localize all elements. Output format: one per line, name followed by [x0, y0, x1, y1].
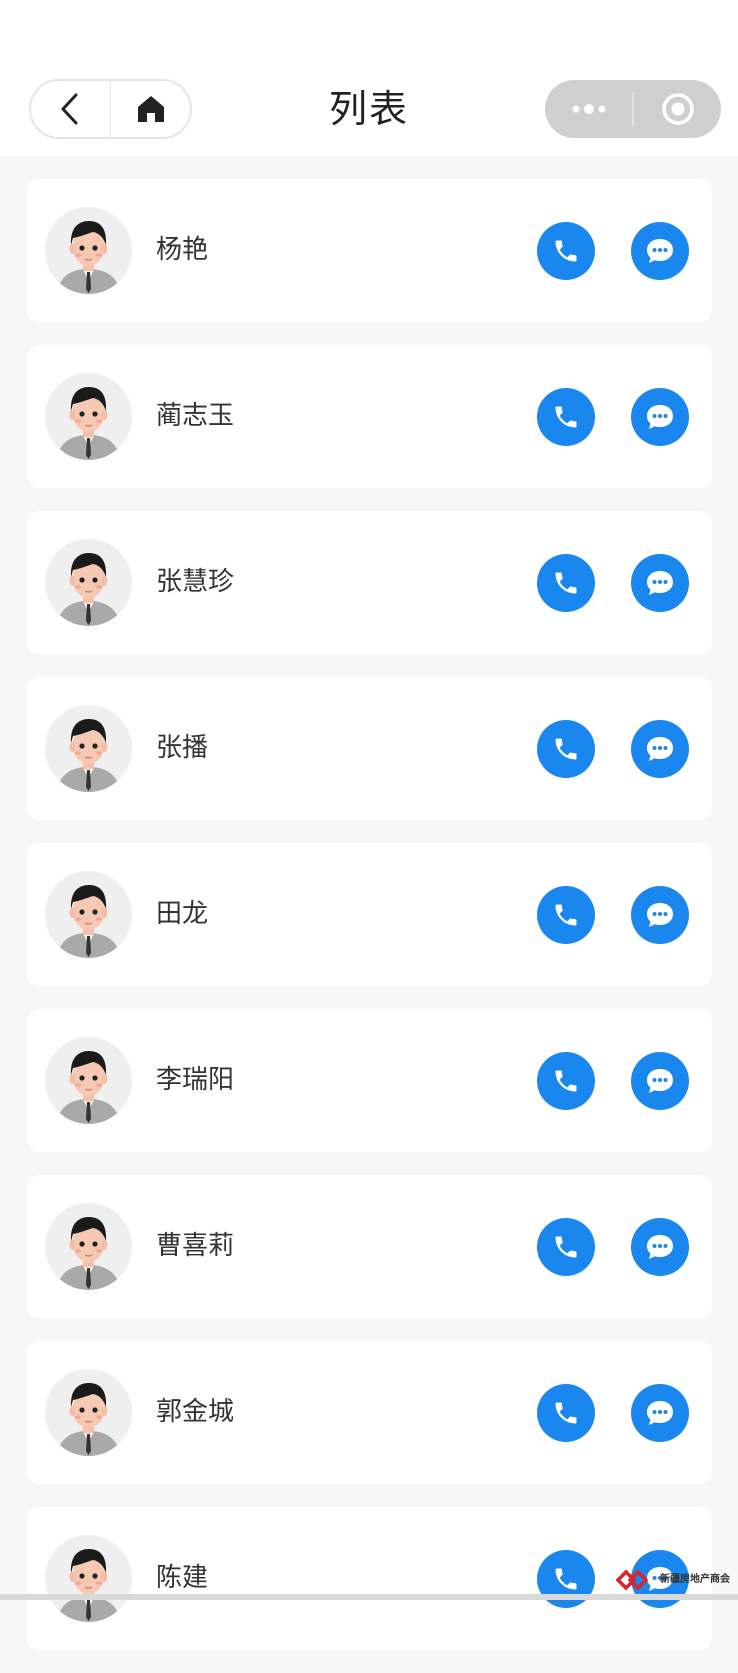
more-dots-icon	[572, 104, 605, 114]
chat-bubble-icon	[647, 405, 673, 429]
message-button[interactable]	[631, 1384, 689, 1442]
avatar	[45, 207, 132, 294]
contact-card[interactable]: 田龙	[27, 843, 712, 986]
avatar	[45, 1037, 132, 1124]
call-button[interactable]	[537, 1052, 595, 1110]
call-button[interactable]	[537, 554, 595, 612]
phone-icon	[555, 1070, 577, 1092]
avatar	[45, 1535, 132, 1622]
call-button[interactable]	[537, 388, 595, 446]
phone-icon	[555, 738, 577, 760]
contact-card[interactable]: 陈建	[27, 1507, 712, 1650]
message-button[interactable]	[631, 886, 689, 944]
phone-icon	[555, 572, 577, 594]
close-miniprogram-button[interactable]	[634, 80, 721, 138]
contact-name: 李瑞阳	[156, 1065, 235, 1095]
message-button[interactable]	[631, 1218, 689, 1276]
person-avatar-icon	[45, 705, 132, 792]
contact-name: 杨艳	[156, 235, 209, 265]
navigation-bar: 列表	[0, 62, 738, 156]
contact-name: 张播	[156, 733, 209, 763]
message-button[interactable]	[631, 222, 689, 280]
call-button[interactable]	[537, 1218, 595, 1276]
watermark: 新疆房地产商会	[616, 1565, 736, 1595]
contact-name: 蔺志玉	[156, 401, 235, 431]
call-button[interactable]	[537, 222, 595, 280]
phone-icon	[555, 904, 577, 926]
status-bar	[0, 0, 738, 62]
message-button[interactable]	[631, 1052, 689, 1110]
contact-card[interactable]: 李瑞阳	[27, 1009, 712, 1152]
bottom-strip	[0, 1594, 738, 1600]
chat-bubble-icon	[647, 1069, 673, 1093]
call-button[interactable]	[537, 886, 595, 944]
person-avatar-icon	[45, 207, 132, 294]
contact-card[interactable]: 杨艳	[27, 179, 712, 322]
contact-name: 张慧珍	[156, 567, 235, 597]
contact-card[interactable]: 曹喜莉	[27, 1175, 712, 1318]
avatar	[45, 871, 132, 958]
watermark-logo-icon	[616, 1569, 649, 1591]
more-button[interactable]	[545, 80, 632, 138]
watermark-text: 新疆房地产商会	[660, 1574, 730, 1585]
avatar	[45, 1369, 132, 1456]
phone-icon	[555, 1236, 577, 1258]
phone-icon	[555, 406, 577, 428]
contact-card[interactable]: 张播	[27, 677, 712, 820]
chat-bubble-icon	[647, 903, 673, 927]
menu-capsule	[545, 80, 721, 138]
chat-bubble-icon	[647, 737, 673, 761]
person-avatar-icon	[45, 1535, 132, 1622]
person-avatar-icon	[45, 871, 132, 958]
person-avatar-icon	[45, 1203, 132, 1290]
phone-icon	[555, 1402, 577, 1424]
message-button[interactable]	[631, 720, 689, 778]
avatar	[45, 1203, 132, 1290]
message-button[interactable]	[631, 388, 689, 446]
contact-name: 曹喜莉	[156, 1231, 235, 1261]
chat-bubble-icon	[647, 239, 673, 263]
phone-icon	[555, 1568, 577, 1590]
chat-bubble-icon	[647, 1401, 673, 1425]
call-button[interactable]	[537, 720, 595, 778]
avatar	[45, 539, 132, 626]
person-avatar-icon	[45, 373, 132, 460]
chat-bubble-icon	[647, 571, 673, 595]
person-avatar-icon	[45, 1369, 132, 1456]
contact-card[interactable]: 郭金城	[27, 1341, 712, 1484]
target-circle-icon	[661, 93, 694, 125]
person-avatar-icon	[45, 539, 132, 626]
call-button[interactable]	[537, 1384, 595, 1442]
avatar	[45, 705, 132, 792]
contact-name: 田龙	[156, 899, 209, 929]
contact-card[interactable]: 蔺志玉	[27, 345, 712, 488]
phone-icon	[555, 240, 577, 262]
chat-bubble-icon	[647, 1235, 673, 1259]
contact-name: 郭金城	[156, 1397, 235, 1427]
message-button[interactable]	[631, 554, 689, 612]
person-avatar-icon	[45, 1037, 132, 1124]
contact-list: 杨艳 蔺志玉 张慧珍 张播 田龙 李瑞阳 曹喜莉 郭金城 陈建	[27, 179, 712, 1673]
contact-name: 陈建	[156, 1563, 209, 1593]
contact-card[interactable]: 张慧珍	[27, 511, 712, 654]
avatar	[45, 373, 132, 460]
